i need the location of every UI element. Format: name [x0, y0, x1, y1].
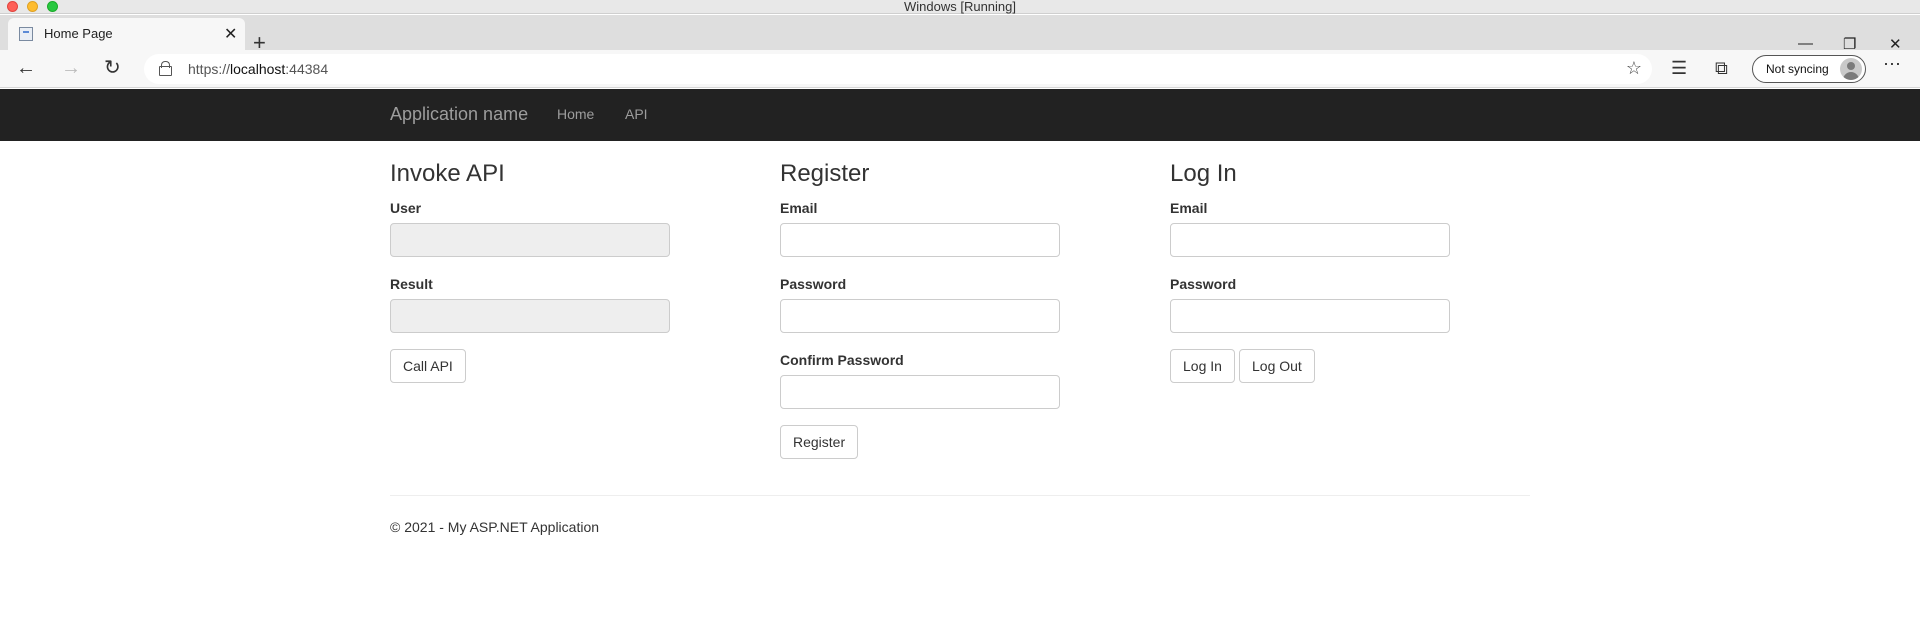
register-password-field[interactable]	[780, 299, 1060, 333]
site-navbar: Application name Home API	[0, 89, 1920, 141]
brand-link[interactable]: Application name	[390, 104, 528, 125]
call-api-button[interactable]: Call API	[390, 349, 466, 383]
page-favicon-icon	[19, 27, 33, 41]
refresh-icon[interactable]: ↻	[104, 56, 121, 80]
login-password-field[interactable]	[1170, 299, 1450, 333]
invoke-api-heading: Invoke API	[390, 160, 505, 187]
confirm-password-field[interactable]	[780, 375, 1060, 409]
window-title: Windows [Running]	[904, 0, 1016, 14]
avatar-icon	[1840, 58, 1862, 80]
footer-divider	[390, 495, 1530, 496]
sync-label: Not syncing	[1766, 62, 1829, 76]
result-field[interactable]	[390, 299, 670, 333]
collections-icon[interactable]: ⧉	[1715, 58, 1728, 79]
register-password-label: Password	[780, 276, 847, 292]
login-email-field[interactable]	[1170, 223, 1450, 257]
window-titlebar: Windows [Running]	[0, 0, 1920, 14]
register-email-label: Email	[780, 200, 818, 216]
address-bar[interactable]: https://localhost:44384 ☆	[144, 54, 1652, 84]
lock-icon[interactable]	[159, 61, 172, 76]
user-field[interactable]	[390, 223, 670, 257]
login-password-label: Password	[1170, 276, 1237, 292]
login-email-label: Email	[1170, 200, 1208, 216]
forward-icon[interactable]: →	[61, 56, 81, 80]
nav-link-home[interactable]: Home	[557, 106, 594, 122]
register-section: Register Email Password Confirm Password…	[780, 160, 1080, 459]
browser-toolbar: ← → ↻ https://localhost:44384 ☆ ☰ ⧉ Not …	[0, 50, 1920, 88]
nav-link-api[interactable]: API	[625, 106, 648, 122]
confirm-password-label: Confirm Password	[780, 352, 904, 368]
user-label: User	[390, 200, 422, 216]
tab-title: Home Page	[44, 26, 113, 41]
more-options-icon[interactable]: ⋯	[1883, 54, 1902, 75]
login-heading: Log In	[1170, 160, 1237, 187]
favorites-icon[interactable]: ☰	[1671, 58, 1687, 79]
url-text: https://localhost:44384	[188, 61, 329, 77]
back-icon[interactable]: ←	[16, 56, 36, 80]
tab-home-page[interactable]: Home Page ✕	[8, 18, 245, 50]
invoke-api-section: Invoke API User Result Call API	[390, 160, 690, 383]
result-label: Result	[390, 276, 433, 292]
register-button[interactable]: Register	[780, 425, 859, 459]
register-email-field[interactable]	[780, 223, 1060, 257]
tab-close-icon[interactable]: ✕	[224, 24, 237, 44]
login-button[interactable]: Log In	[1170, 349, 1235, 383]
logout-button[interactable]: Log Out	[1239, 349, 1315, 383]
register-heading: Register	[780, 160, 870, 187]
favorite-star-icon[interactable]: ☆	[1626, 58, 1642, 79]
profile-sync-button[interactable]: Not syncing	[1752, 55, 1866, 83]
footer-text: © 2021 - My ASP.NET Application	[390, 519, 600, 535]
tab-strip: Home Page ✕ + — ❐ ✕	[0, 15, 1920, 54]
login-section: Log In Email Password Log In Log Out	[1170, 160, 1470, 383]
